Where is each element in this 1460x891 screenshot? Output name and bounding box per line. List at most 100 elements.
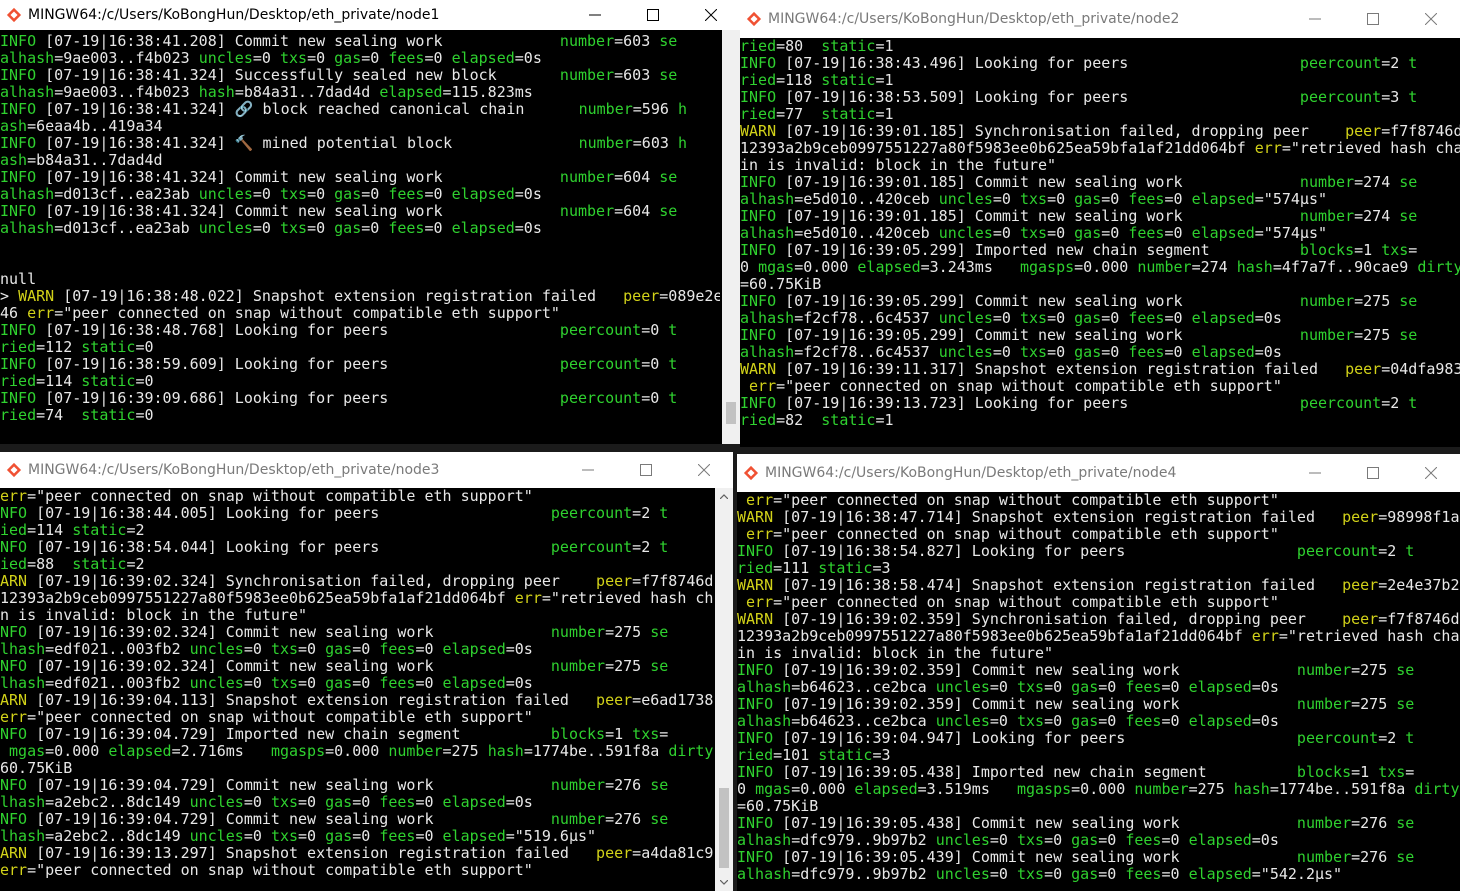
log-line: WARN [07-19|16:38:47.714] Snapshot exten… <box>737 509 1460 526</box>
log-text: =275 <box>1351 695 1397 713</box>
minimize-icon <box>1309 18 1321 20</box>
log-line: WARN [07-19|16:39:01.185] Synchronisatio… <box>740 123 1460 140</box>
log-text: 12393a2b9ceb0997551227a80f5983ee0b625ea5… <box>0 589 515 607</box>
close-button[interactable] <box>1402 0 1460 38</box>
maximize-button[interactable] <box>1344 454 1402 492</box>
terminal-output[interactable]: INFO [07-19|16:38:41.208] Commit new sea… <box>0 33 720 441</box>
scroll-down-button[interactable] <box>715 874 733 891</box>
log-key: uncles <box>938 343 993 361</box>
terminal-window-node3[interactable]: MINGW64:/c/Users/KoBongHun/Desktop/eth_p… <box>0 452 733 891</box>
log-text: =edf021..003fb2 <box>45 674 190 692</box>
log-text: ="retrieved hash cha <box>541 589 713 607</box>
log-key: txs <box>1381 241 1409 259</box>
log-text: 0 <box>740 258 759 276</box>
log-key: number <box>388 742 443 760</box>
log-key: hash <box>198 83 235 101</box>
scrollbar-thumb[interactable] <box>726 402 736 424</box>
log-key: ash <box>0 117 28 135</box>
terminal-output[interactable]: ried=80 static=1 INFO [07-19|16:38:43.496… <box>740 38 1460 446</box>
log-key: INFO <box>0 168 37 186</box>
scrollbar-thumb[interactable] <box>719 788 729 868</box>
log-text: [07-19|16:38:47.714] Snapshot extension … <box>773 508 1343 526</box>
log-line: err="peer connected on snap without comp… <box>0 862 713 879</box>
terminal-window-node2[interactable]: MINGW64:/c/Users/KoBongHun/Desktop/eth_p… <box>740 0 1460 447</box>
log-key: txs <box>1019 309 1048 327</box>
log-text: =1 <box>875 105 894 123</box>
log-key: txs <box>279 49 308 67</box>
log-line: ARN [07-19|16:39:04.113] Snapshot extens… <box>0 692 713 709</box>
vertical-scrollbar[interactable] <box>715 488 733 891</box>
log-key: alhash <box>0 83 55 101</box>
log-text: [07-19|16:39:02.324] Commit new sealing … <box>27 623 551 641</box>
log-text: ="retrieved hash cha <box>1278 627 1460 645</box>
log-line: NFO [07-19|16:39:04.729] Commit new seal… <box>0 777 713 794</box>
log-line: err="peer connected on snap without comp… <box>0 488 713 505</box>
log-line: WARN [07-19|16:38:58.474] Snapshot exten… <box>737 577 1460 594</box>
log-text: =604 <box>614 168 660 186</box>
terminal-window-node4[interactable]: MINGW64:/c/Users/KoBongHun/Desktop/eth_p… <box>737 454 1460 891</box>
title-bar[interactable]: MINGW64:/c/Users/KoBongHun/Desktop/eth_p… <box>740 0 1460 38</box>
log-text: [07-19|16:39:04.947] Looking for peers <box>773 729 1297 747</box>
maximize-button[interactable] <box>617 452 675 488</box>
log-key: elapsed <box>1188 831 1252 849</box>
log-key: uncles <box>189 640 244 658</box>
log-line: NFO [07-19|16:38:44.005] Looking for pee… <box>0 505 713 522</box>
scroll-up-button[interactable] <box>715 488 733 505</box>
title-bar[interactable]: MINGW64:/c/Users/KoBongHun/Desktop/eth_p… <box>0 452 733 488</box>
log-text: =0 <box>307 185 335 203</box>
maximize-button[interactable] <box>624 0 682 30</box>
log-text: =274 <box>1354 207 1400 225</box>
minimize-button[interactable] <box>559 452 617 488</box>
log-line: alhash=b64623..ce2bca uncles=0 txs=0 gas… <box>737 679 1460 696</box>
log-key: number <box>1296 848 1352 866</box>
log-key: fees <box>379 640 416 658</box>
log-key: INFO <box>737 763 774 781</box>
log-text: =276 <box>605 776 651 794</box>
log-text: [07-19|16:38:43.496] Looking for peers <box>776 54 1300 72</box>
log-warn-key: err <box>1254 139 1282 157</box>
log-key: lhash <box>0 793 46 811</box>
title-bar[interactable]: MINGW64:/c/Users/KoBongHun/Desktop/eth_p… <box>737 454 1460 492</box>
close-button[interactable] <box>1402 454 1460 492</box>
close-button[interactable] <box>682 0 740 30</box>
log-key: ried <box>740 38 777 55</box>
log-text: [07-19|16:39:05.438] Commit new sealing … <box>773 814 1297 832</box>
log-key: uncles <box>189 827 244 845</box>
log-key: t <box>668 321 678 339</box>
log-text: [07-19|16:39:05.299] Imported new chain … <box>776 241 1300 259</box>
log-text: =60.75KiB <box>740 275 822 293</box>
minimize-button[interactable] <box>1286 454 1344 492</box>
log-text: =112 <box>36 338 82 356</box>
log-key: blocks <box>550 725 606 743</box>
log-text: =1 <box>1354 241 1382 259</box>
maximize-button[interactable] <box>1344 0 1402 38</box>
log-text: =0 <box>352 793 380 811</box>
log-text: [07-19|16:39:04.729] Commit new sealing … <box>27 810 551 828</box>
log-text: =0 <box>992 343 1020 361</box>
close-button[interactable] <box>675 452 733 488</box>
minimize-button[interactable] <box>566 0 624 30</box>
log-key: se <box>1396 848 1415 866</box>
terminal-window-node1[interactable]: MINGW64:/c/Users/KoBongHun/Desktop/eth_p… <box>0 0 740 444</box>
log-warn-key: err <box>514 589 542 607</box>
log-warn-key: peer <box>596 844 633 862</box>
log-key: fees <box>388 185 425 203</box>
terminal-output[interactable]: err="peer connected on snap without comp… <box>737 492 1460 891</box>
log-key: elapsed <box>442 640 506 658</box>
log-key: NFO <box>0 504 28 522</box>
log-text: =0 <box>1047 190 1075 208</box>
terminal-output[interactable]: err="peer connected on snap without comp… <box>0 488 713 891</box>
log-text: 46 <box>0 304 28 322</box>
minimize-button[interactable] <box>1286 0 1344 38</box>
vertical-scrollbar[interactable] <box>722 30 740 444</box>
log-key: INFO <box>740 241 777 259</box>
log-text: [07-19|16:39:02.359] Synchronisation fai… <box>773 610 1343 628</box>
git-bash-diamond-icon <box>746 11 762 27</box>
title-bar[interactable]: MINGW64:/c/Users/KoBongHun/Desktop/eth_p… <box>0 0 740 30</box>
log-key: gas <box>325 827 353 845</box>
log-text: =0 <box>1047 309 1075 327</box>
log-key: txs <box>279 219 308 237</box>
log-text: [07-19|16:38:54.827] Looking for peers <box>773 542 1297 560</box>
log-key: alhash <box>0 219 55 237</box>
log-warn-key: err <box>1251 627 1279 645</box>
